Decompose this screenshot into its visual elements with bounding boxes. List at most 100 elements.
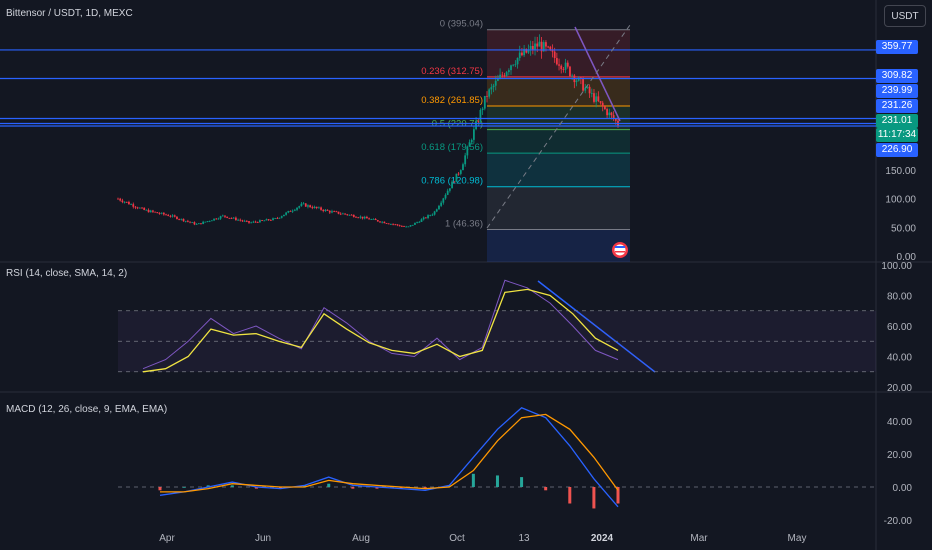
candle-body: [448, 188, 451, 191]
candle-body: [571, 75, 574, 77]
candle-body: [387, 223, 390, 225]
candle-body: [379, 221, 381, 223]
candle-body: [217, 218, 220, 220]
candle-body: [398, 225, 401, 227]
candle-body: [280, 216, 283, 218]
candle-body: [558, 64, 560, 66]
candle-body: [191, 222, 194, 223]
candle-body: [381, 221, 384, 223]
candle-body: [503, 75, 506, 77]
candle-body: [328, 210, 331, 213]
candle-body: [562, 69, 565, 70]
candle-body: [274, 218, 277, 219]
macd-panel: [118, 407, 876, 509]
candle-body: [555, 58, 558, 65]
candle-body: [158, 213, 161, 214]
candle-body: [486, 95, 488, 97]
candle-body: [213, 218, 215, 221]
candle-body: [442, 198, 445, 203]
candle-body: [466, 146, 469, 156]
macd-histogram-bar: [495, 475, 499, 487]
fibonacci-retracement[interactable]: 0 (395.04) 0.236 (312.75) 0.382 (261.85) 0.…: [421, 19, 630, 262]
candle-body: [210, 220, 213, 222]
price-tag: 359.77: [876, 40, 918, 54]
candle-body: [553, 51, 556, 59]
us-flag-icon[interactable]: [612, 242, 628, 258]
candle-body: [307, 205, 309, 207]
macd-histogram-bar: [568, 487, 572, 504]
candle-body: [134, 206, 137, 208]
horizontal-levels[interactable]: [0, 49, 876, 127]
price-tag: 239.99: [876, 84, 918, 98]
candle-body: [490, 87, 493, 90]
chart-canvas[interactable]: 0 (395.04) 0.236 (312.75) 0.382 (261.85) 0.…: [0, 0, 932, 550]
candle-body: [516, 57, 519, 65]
candle-body: [414, 222, 416, 225]
candle-body: [182, 218, 185, 222]
macd-axis-tick-label: -20.00: [884, 516, 913, 527]
candle-body: [392, 223, 395, 225]
candle-body: [125, 201, 128, 203]
fib-label: 1 (46.36): [445, 218, 483, 229]
candle-body: [564, 62, 567, 70]
candle-body: [206, 221, 209, 222]
candle-body: [501, 74, 504, 76]
candle-body: [470, 139, 473, 143]
candle-body: [545, 42, 547, 47]
candle-body: [451, 181, 453, 189]
candle-body: [204, 221, 207, 223]
candle-body: [440, 202, 443, 206]
candle-body: [186, 220, 189, 222]
candle-body: [324, 209, 327, 211]
candle-body: [374, 218, 377, 221]
candle-body: [507, 70, 510, 73]
candle-body: [435, 209, 438, 212]
candle-body: [510, 65, 512, 71]
chart-window: 0 (395.04) 0.236 (312.75) 0.382 (261.85) 0.…: [0, 0, 932, 550]
macd-signal-line: [160, 413, 619, 493]
currency-button[interactable]: USDT: [884, 5, 926, 27]
candle-body: [215, 218, 218, 220]
candle-body: [123, 201, 126, 203]
candle-body: [117, 198, 119, 200]
rsi-axis-tick-label: 40.00: [887, 353, 912, 364]
rsi-title: RSI (14, close, SMA, 14, 2): [6, 268, 128, 279]
candle-body: [538, 41, 541, 47]
candle-body: [488, 89, 491, 97]
candle-body: [492, 85, 495, 88]
candle-body: [396, 224, 399, 226]
x-axis-tick-label: Jun: [255, 533, 271, 544]
candle-body: [197, 223, 200, 225]
candle-body: [309, 205, 312, 208]
macd-histogram-bar: [230, 485, 234, 487]
candle-body: [219, 216, 222, 219]
candle-body: [121, 200, 124, 203]
candle-body: [202, 221, 205, 225]
macd-title: MACD (12, 26, close, 9, EMA, EMA): [6, 404, 168, 415]
candle-body: [597, 96, 600, 102]
candle-body: [403, 226, 405, 228]
candle-body: [459, 170, 462, 174]
candle-body: [433, 211, 436, 215]
candle-body: [590, 93, 593, 95]
candle-body: [483, 95, 486, 109]
price-title: Bittensor / USDT, 1D, MEXC: [6, 8, 133, 19]
price-tag: 11:17:34: [876, 128, 918, 142]
candle-body: [265, 219, 268, 221]
candle-body: [411, 224, 414, 226]
candle-body: [289, 210, 292, 212]
x-axis-tick-label: Aug: [352, 533, 370, 544]
candle-body: [420, 219, 423, 222]
candle-body: [518, 52, 521, 58]
macd-histogram-bar: [471, 473, 475, 487]
candle-body: [331, 211, 333, 213]
candle-body: [599, 101, 602, 103]
candle-body: [224, 215, 226, 217]
candle-body: [422, 217, 425, 220]
candle-body: [138, 207, 141, 209]
price-tag: 226.90: [876, 143, 918, 157]
x-axis-tick-label: 2024: [591, 533, 614, 544]
candle-body: [595, 96, 598, 102]
candle-body: [400, 226, 403, 227]
candle-body: [455, 173, 458, 182]
